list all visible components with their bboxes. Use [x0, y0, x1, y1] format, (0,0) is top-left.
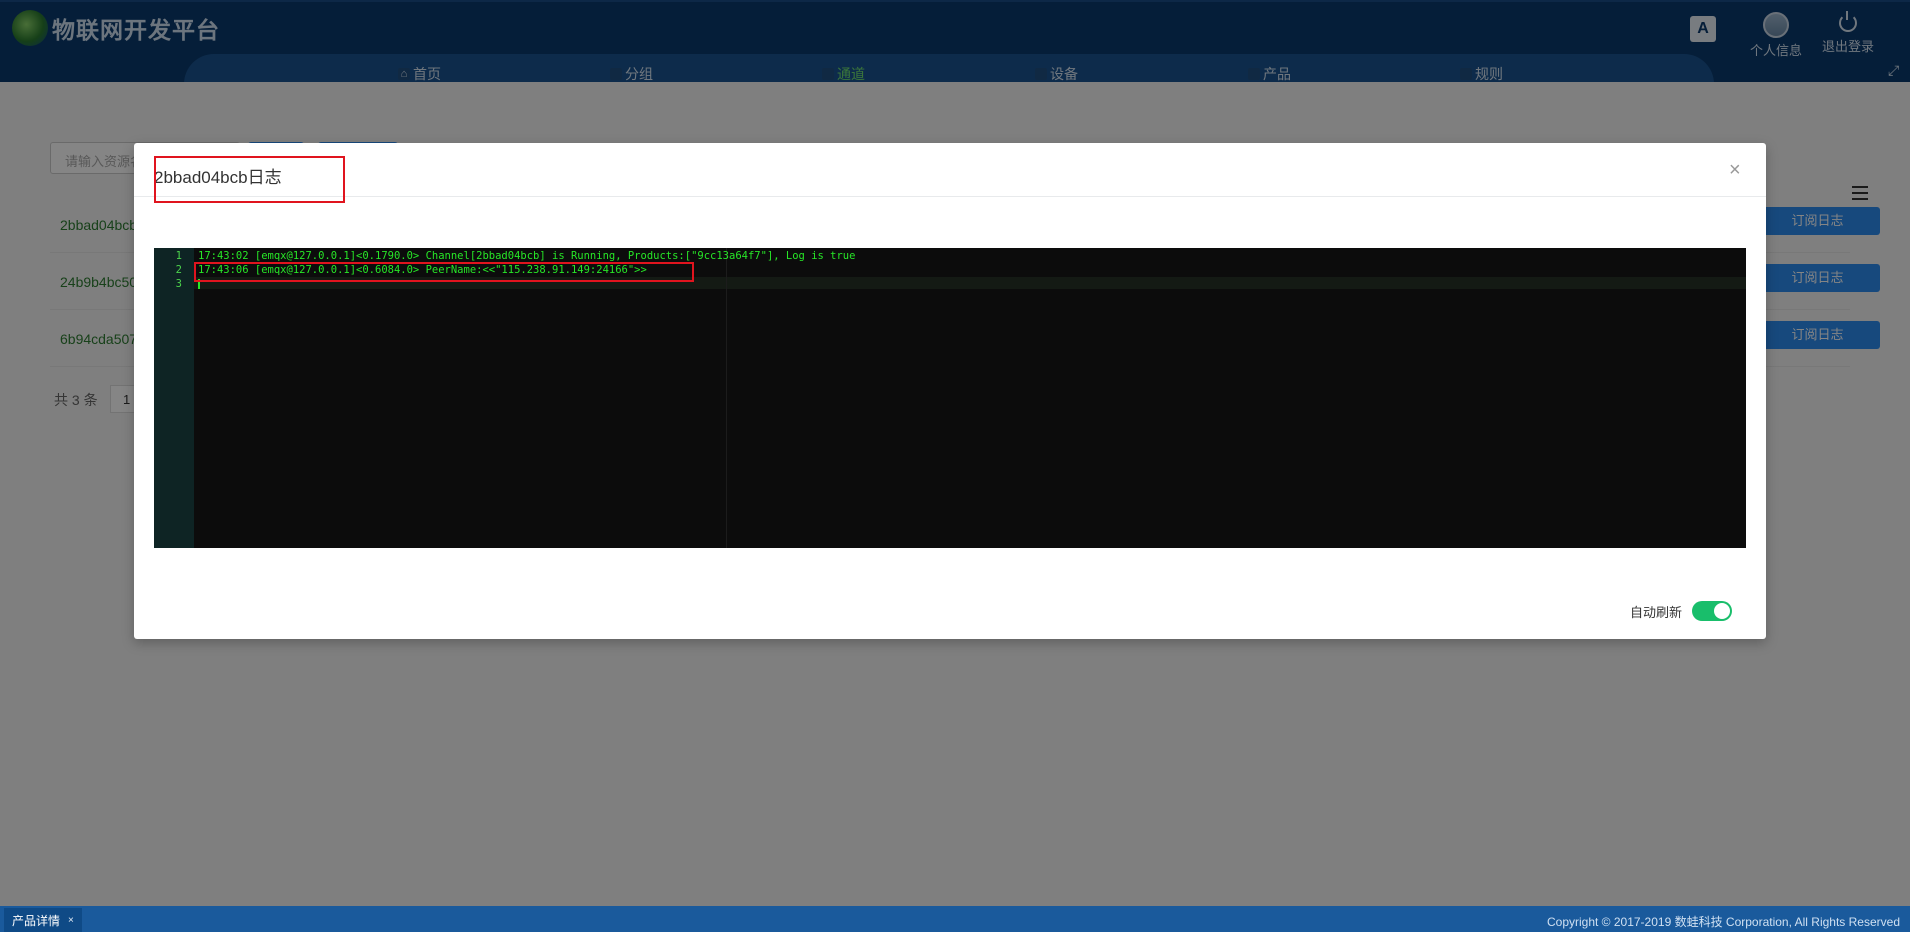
- tab-product-detail[interactable]: 产品详情 ×: [4, 908, 82, 932]
- auto-refresh-toggle[interactable]: [1692, 601, 1733, 621]
- close-icon[interactable]: ×: [1729, 159, 1741, 182]
- title-highlight-box: [154, 156, 345, 203]
- modal-header: 2bbad04bcb日志 ×: [134, 143, 1766, 203]
- log-editor[interactable]: 1 17:43:02 [emqx@127.0.0.1]<0.1790.0> Ch…: [154, 248, 1746, 548]
- tab-close-icon[interactable]: ×: [68, 915, 74, 926]
- toggle-knob: [1714, 603, 1731, 619]
- log-line-highlight-box: [194, 262, 694, 282]
- line-number: 1: [175, 250, 182, 262]
- log-modal: 2bbad04bcb日志 × 1 17:43:02 [emqx@127.0.0.…: [134, 143, 1766, 639]
- line-number: 3: [175, 278, 182, 290]
- copyright-text: Copyright © 2017-2019 数蛙科技 Corporation, …: [1546, 915, 1900, 929]
- line-number: 2: [175, 264, 182, 276]
- auto-refresh-label: 自动刷新: [1630, 604, 1683, 620]
- print-margin: [726, 248, 727, 548]
- log-line: 17:43:02 [emqx@127.0.0.1]<0.1790.0> Chan…: [198, 250, 856, 262]
- footer-bar: 产品详情 × Copyright © 2017-2019 数蛙科技 Corpor…: [0, 906, 1910, 932]
- tab-label: 产品详情: [12, 913, 61, 928]
- line-gutter: [154, 248, 194, 548]
- auto-refresh-control: 自动刷新: [1630, 601, 1733, 621]
